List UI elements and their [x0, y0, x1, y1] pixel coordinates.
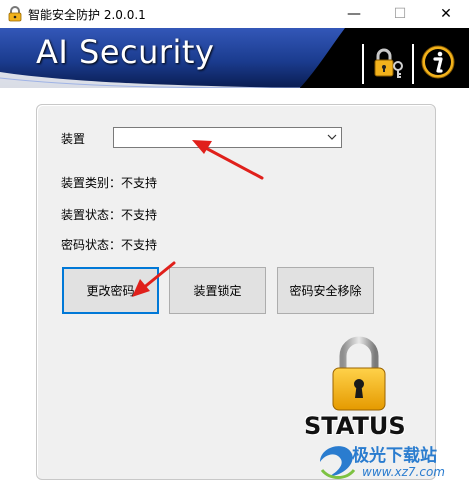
banner-title: AI Security — [36, 33, 215, 71]
app-lock-icon — [8, 6, 22, 22]
watermark-url: www.xz7.com — [362, 465, 445, 479]
info-icon[interactable] — [420, 44, 456, 80]
device-label: 装置 — [61, 132, 86, 146]
close-button[interactable]: ✕ — [423, 0, 469, 28]
padlock-icon — [332, 336, 386, 411]
device-dropdown[interactable] — [113, 127, 342, 148]
header-banner: AI Security — [0, 28, 469, 88]
remove-password-button[interactable]: 密码安全移除 — [277, 267, 374, 314]
window-title: 智能安全防护 2.0.0.1 — [28, 8, 146, 22]
lock-key-icon[interactable] — [372, 46, 406, 80]
watermark-name: 极光下载站 — [352, 446, 437, 466]
change-password-button[interactable]: 更改密码 — [62, 267, 159, 314]
password-status-text: 密码状态：不支持 — [61, 238, 158, 252]
device-status-text: 装置状态：不支持 — [61, 208, 158, 222]
banner-separator — [362, 44, 364, 84]
lock-device-button[interactable]: 装置锁定 — [169, 267, 266, 314]
title-bar: 智能安全防护 2.0.0.1 — ☐ ✕ — [0, 0, 469, 28]
chevron-down-icon — [327, 134, 337, 140]
maximize-button[interactable]: ☐ — [377, 0, 423, 28]
banner-separator — [412, 44, 414, 84]
minimize-button[interactable]: — — [331, 0, 377, 28]
device-type-text: 装置类别：不支持 — [61, 176, 158, 190]
